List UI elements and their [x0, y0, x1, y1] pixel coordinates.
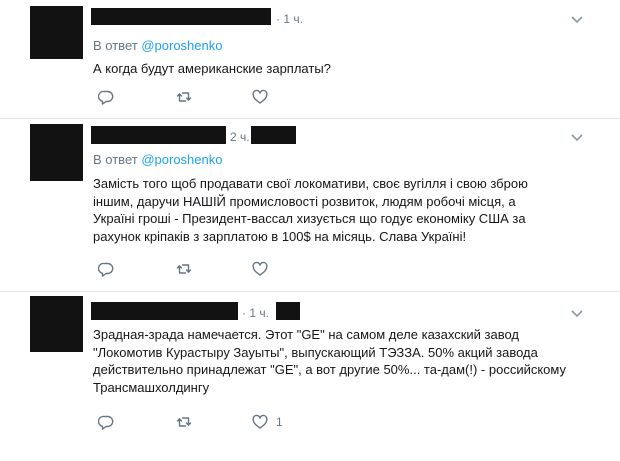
chevron-down-icon[interactable]	[570, 309, 584, 319]
author-handle[interactable]	[276, 302, 300, 320]
reply-button[interactable]	[98, 88, 116, 106]
tweet-text-line: Зрадная-зрада намечается. Этот "GE" на с…	[93, 327, 520, 342]
tweet-text-line: Замість того щоб продавати свої локомати…	[93, 176, 528, 191]
tweet-text-line: Україні гроші - Президент-вассал хизуєть…	[93, 211, 526, 226]
like-button[interactable]	[252, 88, 270, 106]
tweet-text: А когда будут американские зарплаты?	[93, 60, 331, 78]
reply-handle-link[interactable]: @poroshenko	[141, 152, 222, 167]
tweet-text: Зрадная-зрада намечается. Этот "GE" на с…	[93, 326, 566, 396]
tweet-text-line: "Локомотив Курастыру Зауыты", выпускающи…	[93, 344, 538, 360]
tweet-text-line: іншим, даручи НАШІЙ промисловості розвит…	[93, 193, 516, 209]
avatar[interactable]	[30, 6, 83, 59]
chevron-down-icon[interactable]	[570, 133, 584, 143]
like-button[interactable]	[252, 260, 270, 278]
reply-handle-link[interactable]: @poroshenko	[141, 38, 222, 53]
tweet-text-line: А когда будут американские зарплаты?	[93, 61, 331, 76]
reply-to: В ответ @poroshenko	[93, 38, 222, 53]
reply-icon	[98, 415, 114, 430]
chevron-down-icon[interactable]	[570, 15, 584, 25]
reply-icon	[98, 90, 114, 105]
tweet-time[interactable]: · 1 ч.	[276, 12, 303, 26]
retweet-icon	[176, 264, 192, 274]
retweet-icon	[176, 417, 192, 427]
avatar[interactable]	[30, 124, 83, 181]
like-button[interactable]	[252, 413, 270, 431]
avatar[interactable]	[30, 296, 83, 352]
tweet-text-line: Трансмашхолдингу	[93, 379, 210, 395]
author-handle[interactable]	[251, 126, 296, 144]
author-name[interactable]	[91, 302, 238, 320]
tweet-actions	[98, 260, 298, 280]
retweet-icon	[176, 92, 192, 102]
reply-to: В ответ @poroshenko	[93, 152, 222, 167]
author-name[interactable]	[91, 8, 271, 25]
like-icon	[252, 89, 268, 104]
reply-prefix: В ответ	[93, 152, 138, 167]
like-count: 1	[276, 415, 283, 429]
reply-prefix: В ответ	[93, 38, 138, 53]
retweet-button[interactable]	[176, 88, 194, 106]
tweet-time[interactable]: 2 ч.	[230, 130, 250, 144]
tweet: · 1 ч. В ответ @poroshenko А когда будут…	[0, 0, 620, 118]
tweet-time[interactable]: · 1 ч.	[242, 306, 269, 320]
like-icon	[252, 414, 268, 429]
retweet-button[interactable]	[176, 260, 194, 278]
author-name[interactable]	[91, 126, 226, 144]
tweet-text-line: рахунок кріпаків з зарплатою в 100$ на м…	[93, 228, 467, 244]
reply-icon	[98, 262, 114, 277]
retweet-button[interactable]	[176, 413, 194, 431]
like-icon	[252, 261, 268, 276]
reply-button[interactable]	[98, 413, 116, 431]
tweet: 2 ч. В ответ @poroshenko Замість того що…	[0, 119, 620, 291]
tweet-text: Замість того щоб продавати свої локомати…	[93, 175, 528, 245]
tweet-actions	[98, 88, 298, 108]
tweet-actions: 1	[98, 413, 318, 433]
tweet-text-line: действительно принадлежат "GE", а вот др…	[93, 362, 566, 377]
reply-button[interactable]	[98, 260, 116, 278]
tweet: · 1 ч. Зрадная-зрада намечается. Этот "G…	[0, 292, 620, 461]
